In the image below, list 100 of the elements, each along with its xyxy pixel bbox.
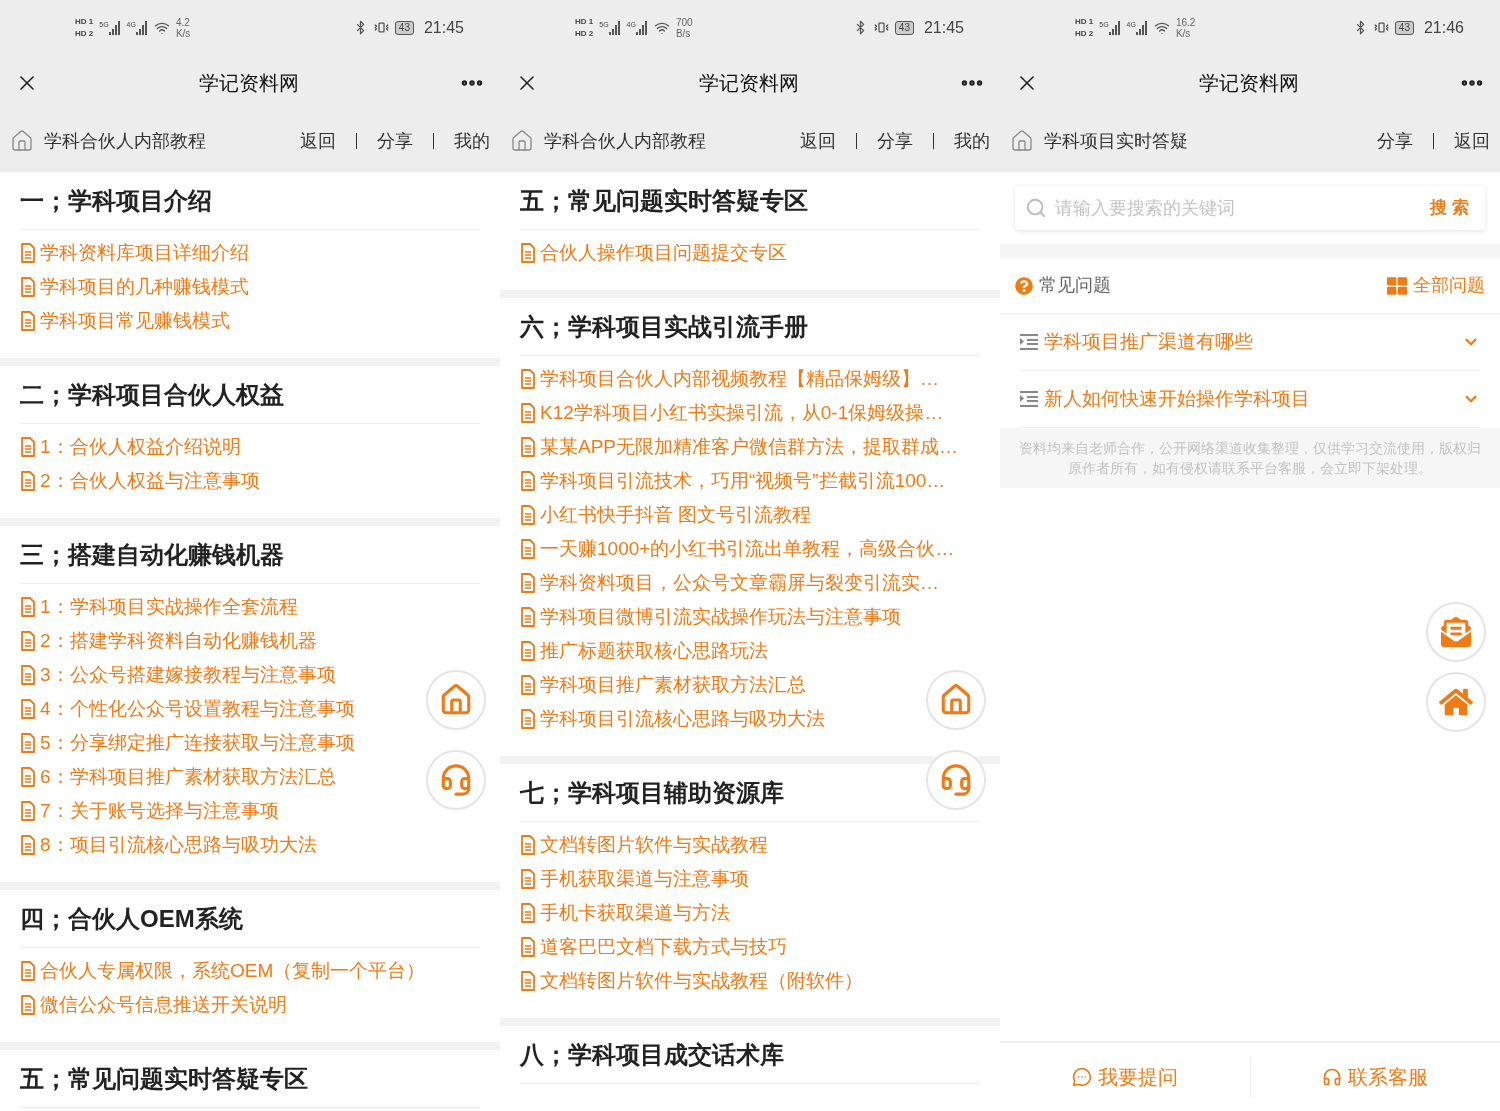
- article-link[interactable]: 学科项目合伙人内部视频教程【精品保姆级】…: [520, 362, 939, 396]
- search-button[interactable]: 搜 索: [1430, 195, 1475, 221]
- article-link[interactable]: 小红书快手抖音 图文号引流教程: [520, 498, 812, 532]
- article-link[interactable]: 合伙人专属权限，系统OEM（复制一个平台）: [20, 954, 426, 988]
- article-link[interactable]: 某某APP无限加精准客户微信群方法，提取群成…: [520, 430, 959, 464]
- nav-link[interactable]: 分享: [1377, 127, 1413, 155]
- headset-icon: [439, 763, 473, 797]
- nav-link[interactable]: 我的: [954, 127, 990, 155]
- home-icon[interactable]: [10, 129, 34, 153]
- vibrate-icon: [1373, 20, 1389, 35]
- signal-icon: [108, 20, 121, 35]
- speed-unit: K/s: [1175, 27, 1192, 39]
- article-link[interactable]: 8：项目引流核心思路与吸功大法: [20, 828, 317, 862]
- battery-indicator: 43: [894, 20, 914, 35]
- article-link[interactable]: 2：搭建学科资料自动化赚钱机器: [20, 624, 317, 658]
- document-icon: [20, 733, 36, 753]
- document-icon: [520, 607, 536, 627]
- battery-indicator: 43: [394, 20, 414, 35]
- document-icon: [20, 767, 36, 787]
- section-title: 常见问题: [1039, 274, 1111, 297]
- grid-icon: [1387, 275, 1407, 296]
- nav-link[interactable]: 返回: [300, 127, 336, 155]
- article-link[interactable]: 手机获取渠道与注意事项: [520, 862, 749, 896]
- nav-link[interactable]: 返回: [800, 127, 836, 155]
- article-link[interactable]: 5：分享绑定推广连接获取与注意事项: [20, 726, 355, 760]
- article-link[interactable]: 学科项目推广素材获取方法汇总: [520, 668, 806, 702]
- article-link[interactable]: 道客巴巴文档下载方式与技巧: [520, 930, 787, 964]
- document-icon: [520, 675, 536, 695]
- article-link[interactable]: 文档转图片软件与实战教程: [520, 828, 768, 862]
- sim-indicator: HD 1: [1075, 16, 1094, 27]
- document-icon: [20, 995, 36, 1015]
- document-icon: [20, 631, 36, 651]
- article-link[interactable]: 3：公众号搭建嫁接教程与注意事项: [20, 658, 336, 692]
- sim-indicator: HD 1: [575, 16, 594, 27]
- sim-indicator: HD 2: [1075, 28, 1094, 39]
- speed-unit: K/s: [175, 27, 191, 39]
- document-icon: [520, 573, 536, 593]
- nav-link[interactable]: 我的: [454, 127, 490, 155]
- signal-icon: [608, 20, 621, 35]
- ask-question-button[interactable]: 我要提问: [1000, 1062, 1250, 1092]
- article-link[interactable]: 学科资料库项目详细介绍: [20, 236, 249, 270]
- page-title: 学科合伙人内部教程: [544, 129, 706, 153]
- question-text: 新人如何快速开始操作学科项目: [1044, 386, 1311, 411]
- signal-icon: [1108, 20, 1121, 35]
- contact-service-button[interactable]: 联系客服: [1250, 1062, 1500, 1092]
- article-link[interactable]: 文档转图片软件与实战教程（附软件）: [520, 964, 863, 998]
- document-icon: [520, 539, 536, 559]
- vibrate-icon: [873, 20, 889, 35]
- home-icon[interactable]: [1010, 129, 1034, 153]
- document-icon: [520, 471, 536, 491]
- article-link[interactable]: 学科项目常见赚钱模式: [20, 304, 230, 338]
- home-icon: [939, 683, 973, 717]
- clock: 21:45: [423, 17, 464, 38]
- signal-icon: [1135, 20, 1148, 35]
- document-icon: [520, 903, 536, 923]
- article-link[interactable]: 6：学科项目推广素材获取方法汇总: [20, 760, 336, 794]
- article-link[interactable]: 学科项目微博引流实战操作玩法与注意事项: [520, 600, 901, 634]
- article-link[interactable]: 7：关于账号选择与注意事项: [20, 794, 279, 828]
- document-icon: [520, 709, 536, 729]
- document-icon: [20, 471, 36, 491]
- article-link[interactable]: 微信公众号信息推送开关说明: [20, 988, 287, 1022]
- search-field[interactable]: 请输入要搜索的关键词 搜 索: [1015, 186, 1485, 230]
- all-questions-link[interactable]: 全部问题: [1387, 272, 1485, 299]
- nav-link[interactable]: 分享: [377, 127, 413, 155]
- window-title: 学记资料网: [699, 70, 799, 96]
- document-icon: [520, 369, 536, 389]
- list-icon: [1020, 334, 1038, 350]
- question-item[interactable]: 学科项目推广渠道有哪些: [1020, 314, 1480, 371]
- network-speed: 700: [675, 16, 693, 28]
- document-icon: [20, 801, 36, 821]
- section-heading: 八；学科项目成交话术库: [520, 1026, 980, 1084]
- article-link[interactable]: 学科资料项目，公众号文章霸屏与裂变引流实…: [520, 566, 939, 600]
- section-heading: 四；合伙人OEM系统: [20, 890, 480, 948]
- article-link[interactable]: 1：学科项目实战操作全套流程: [20, 590, 298, 624]
- article-link[interactable]: 1：合伙人权益介绍说明: [20, 430, 241, 464]
- article-link[interactable]: 一天赚1000+的小红书引流出单教程，高级合伙…: [520, 532, 955, 566]
- article-link[interactable]: 学科项目引流技术，巧用“视频号”拦截引流100…: [520, 464, 946, 498]
- headset-icon: [939, 763, 973, 797]
- article-link[interactable]: 手机卡获取渠道与方法: [520, 896, 730, 930]
- network-speed: 4.2: [175, 16, 191, 28]
- clock: 21:45: [923, 17, 964, 38]
- help-icon: [1015, 276, 1033, 295]
- article-link[interactable]: 推广标题获取核心思路玩法: [520, 634, 768, 668]
- article-link[interactable]: 4：个性化公众号设置教程与注意事项: [20, 692, 355, 726]
- nav-link[interactable]: 分享: [877, 127, 913, 155]
- section-heading: 五；常见问题实时答疑专区: [520, 172, 980, 230]
- article-link[interactable]: 合伙人操作项目问题提交专区: [520, 236, 787, 270]
- list-icon: [1020, 391, 1038, 407]
- headphones-icon: [1322, 1067, 1343, 1087]
- envelope-icon: [1441, 617, 1471, 647]
- home-icon[interactable]: [510, 129, 534, 153]
- article-link[interactable]: 学科项目引流核心思路与吸功大法: [520, 702, 825, 736]
- nav-link[interactable]: 返回: [1454, 127, 1490, 155]
- article-link[interactable]: 2：合伙人权益与注意事项: [20, 464, 260, 498]
- document-icon: [520, 403, 536, 423]
- document-icon: [20, 961, 36, 981]
- article-link[interactable]: 学科项目的几种赚钱模式: [20, 270, 249, 304]
- signal-icon: [635, 20, 648, 35]
- article-link[interactable]: K12学科项目小红书实操引流，从0-1保姆级操…: [520, 396, 944, 430]
- document-icon: [520, 641, 536, 661]
